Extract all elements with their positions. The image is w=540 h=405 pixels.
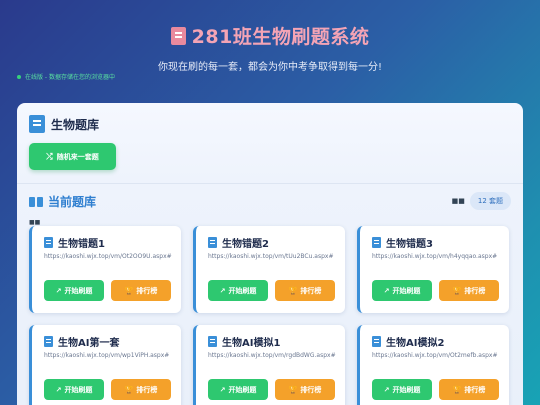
start-quiz-label: 开始刷题 [228,385,257,394]
panel-title: 生物题库 [51,117,100,132]
set-count: ■■ 12 套题 [452,192,511,210]
book-icon [372,237,381,248]
start-quiz-button[interactable]: ↗ 开始刷题 [44,379,104,400]
trophy-icon: 🏆 [124,286,134,295]
panel-header: 生物题库 [29,115,99,133]
leaderboard-label: 排行榜 [464,286,486,295]
card-header: 生物AI第一套 [44,334,119,349]
card-actions: ↗ 开始刷题 🏆 排行榜 [44,280,171,301]
start-quiz-button[interactable]: ↗ 开始刷题 [372,379,432,400]
question-set-card: 生物AI模拟1 https://kaoshi.wjx.top/vm/rgdBdW… [193,325,345,405]
book-icon [29,115,45,133]
trophy-icon: 🏆 [288,385,298,394]
start-quiz-label: 开始刷题 [64,385,93,394]
page-header: 281班生物刷题系统 你现在刷的每一套，都会为你中考争取得到每一分! [0,0,540,73]
question-set-card: 生物AI第一套 https://kaoshi.wjx.top/vm/wp1ViP… [29,325,181,405]
leaderboard-button[interactable]: 🏆 排行榜 [275,379,335,400]
trophy-icon: 🏆 [452,385,462,394]
card-actions: ↗ 开始刷题 🏆 排行榜 [44,379,171,400]
page-title-text: 281班生物刷题系统 [191,26,370,48]
section-title: 当前题库 [48,195,97,209]
question-bank-panel: 生物题库 ⤮ 随机来一套题 当前题库 ■■ 12 套题 ■■ 生物错题1 htt… [17,103,523,405]
question-set-card: 生物错题3 https://kaoshi.wjx.top/vm/h4yqqao.… [357,226,509,313]
book-icon [208,237,217,248]
card-url: https://kaoshi.wjx.top/vm/Ot2mefb.aspx# [372,352,498,359]
external-link-icon: ↗ [55,385,62,394]
question-set-card: 生物AI模拟2 https://kaoshi.wjx.top/vm/Ot2mef… [357,325,509,405]
leaderboard-button[interactable]: 🏆 排行榜 [439,280,499,301]
leaderboard-label: 排行榜 [300,286,322,295]
count-badge: 12 套题 [469,192,511,210]
card-title: 生物错题3 [386,239,433,250]
question-set-card: 生物错题2 https://kaoshi.wjx.top/vm/tUu2BCu.… [193,226,345,313]
card-title: 生物AI第一套 [58,338,120,349]
book-icon [208,336,217,347]
book-icon [44,336,53,347]
card-url: https://kaoshi.wjx.top/vm/tUu2BCu.aspx# [208,253,334,260]
card-header: 生物错题2 [208,235,269,250]
card-header: 生物错题1 [44,235,105,250]
small-book-icon: ■■ [29,219,41,226]
start-quiz-button[interactable]: ↗ 开始刷题 [208,379,268,400]
question-set-card: 生物错题1 https://kaoshi.wjx.top/vm/Ot2OO9U.… [29,226,181,313]
book-icon [44,237,53,248]
card-header: 生物AI模拟1 [208,334,280,349]
start-quiz-button[interactable]: ↗ 开始刷题 [372,280,432,301]
external-link-icon: ↗ [55,286,62,295]
leaderboard-button[interactable]: 🏆 排行榜 [111,379,171,400]
card-url: https://kaoshi.wjx.top/vm/rgdBdWG.aspx# [208,352,336,359]
leaderboard-label: 排行榜 [464,385,486,394]
start-quiz-label: 开始刷题 [392,286,421,295]
card-actions: ↗ 开始刷题 🏆 排行榜 [208,280,335,301]
small-book-icon: ■■ [451,197,465,205]
leaderboard-button[interactable]: 🏆 排行榜 [275,280,335,301]
card-header: 生物错题3 [372,235,433,250]
start-quiz-label: 开始刷题 [392,385,421,394]
divider [17,183,523,184]
leaderboard-label: 排行榜 [136,385,158,394]
external-link-icon: ↗ [219,385,226,394]
card-actions: ↗ 开始刷题 🏆 排行榜 [208,379,335,400]
start-quiz-label: 开始刷题 [64,286,93,295]
card-url: https://kaoshi.wjx.top/vm/h4yqqao.aspx# [372,253,498,260]
card-url: https://kaoshi.wjx.top/vm/Ot2OO9U.aspx# [44,253,172,260]
status-dot-icon [17,74,21,79]
shuffle-icon: ⤮ [46,151,53,161]
card-title: 生物AI模拟1 [222,338,281,349]
external-link-icon: ↗ [383,286,390,295]
trophy-icon: 🏆 [288,286,298,295]
leaderboard-label: 排行榜 [136,286,158,295]
random-set-label: 随机来一套题 [56,152,99,161]
open-book-icon [29,196,43,207]
book-icon [170,26,186,45]
question-set-grid: 生物错题1 https://kaoshi.wjx.top/vm/Ot2OO9U.… [29,226,509,405]
status-indicator: 在线版 - 数据存储在您的浏览器中 [17,72,115,81]
card-title: 生物错题1 [58,239,105,250]
status-text: 在线版 - 数据存储在您的浏览器中 [25,74,115,81]
section-header: 当前题库 [29,193,96,210]
card-actions: ↗ 开始刷题 🏆 排行榜 [372,280,499,301]
random-set-button[interactable]: ⤮ 随机来一套题 [29,143,116,170]
card-title: 生物错题2 [222,239,269,250]
trophy-icon: 🏆 [452,286,462,295]
leaderboard-button[interactable]: 🏆 排行榜 [439,379,499,400]
external-link-icon: ↗ [219,286,226,295]
leaderboard-button[interactable]: 🏆 排行榜 [111,280,171,301]
card-url: https://kaoshi.wjx.top/vm/wp1ViPH.aspx# [44,352,170,359]
card-actions: ↗ 开始刷题 🏆 排行榜 [372,379,499,400]
card-title: 生物AI模拟2 [386,338,445,349]
trophy-icon: 🏆 [124,385,134,394]
start-quiz-label: 开始刷题 [228,286,257,295]
external-link-icon: ↗ [383,385,390,394]
page-title: 281班生物刷题系统 [170,22,370,49]
leaderboard-label: 排行榜 [300,385,322,394]
book-icon [372,336,381,347]
start-quiz-button[interactable]: ↗ 开始刷题 [208,280,268,301]
page-subtitle: 你现在刷的每一套，都会为你中考争取得到每一分! [157,62,382,73]
card-header: 生物AI模拟2 [372,334,444,349]
start-quiz-button[interactable]: ↗ 开始刷题 [44,280,104,301]
